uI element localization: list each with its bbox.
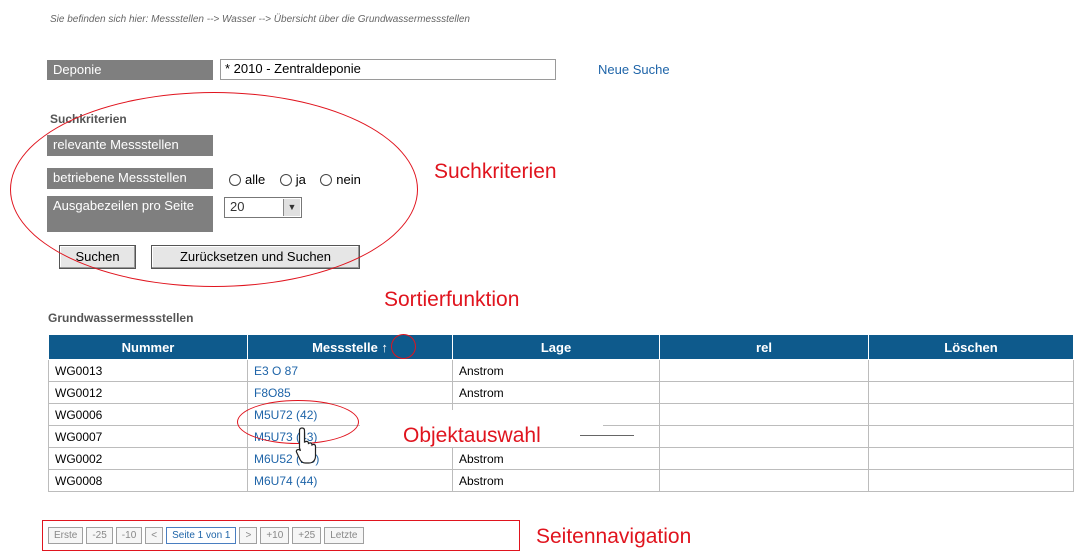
annotation-paging: Seitennavigation (536, 525, 692, 548)
cell-nummer: WG0008 (48, 469, 248, 492)
table-row: WG0013 E3 O 87 Anstrom (48, 359, 1074, 382)
cell-lage: Anstrom (452, 359, 660, 382)
cell-loeschen (868, 359, 1074, 382)
cell-nummer: WG0012 (48, 381, 248, 404)
cell-rel (659, 403, 869, 426)
column-header-lage[interactable]: Lage (452, 334, 660, 360)
cell-rel (659, 359, 869, 382)
cell-loeschen (868, 469, 1074, 492)
cell-nummer: WG0013 (48, 359, 248, 382)
column-header-loeschen: Löschen (868, 334, 1074, 360)
new-search-link[interactable]: Neue Suche (598, 62, 670, 77)
column-header-rel[interactable]: rel (659, 334, 869, 360)
cell-messstelle: M6U52 (D5) (247, 447, 453, 470)
cell-loeschen (868, 381, 1074, 404)
cell-loeschen (868, 403, 1074, 426)
column-header-messstelle[interactable]: Messstelle ↑ (247, 334, 453, 360)
cell-rel (659, 425, 869, 448)
messstelle-link[interactable]: F8O85 (254, 386, 291, 400)
pager-highlight-box (42, 520, 520, 551)
annotation-connector-line (580, 435, 634, 436)
annotation-object: Objektauswahl (403, 424, 541, 447)
cell-lage: Abstrom (452, 469, 660, 492)
cell-loeschen (868, 447, 1074, 470)
cell-nummer: WG0006 (48, 403, 248, 426)
cell-messstelle: E3 O 87 (247, 359, 453, 382)
hand-cursor-icon (295, 427, 317, 464)
criteria-highlight-ellipse (10, 92, 418, 287)
table-row: WG0012 F8O85 Anstrom (48, 381, 1074, 404)
table-row: WG0008 M6U74 (44) Abstrom (48, 469, 1074, 492)
column-header-nummer[interactable]: Nummer (48, 334, 248, 360)
table-title: Grundwassermessstellen (48, 311, 194, 325)
deponie-label: Deponie (47, 60, 213, 80)
messstelle-link[interactable]: M6U74 (44) (254, 474, 317, 488)
cell-lage: Anstrom (452, 381, 660, 404)
sort-highlight-circle (391, 334, 416, 359)
annotation-sort: Sortierfunktion (384, 288, 520, 311)
annotation-criteria: Suchkriterien (434, 160, 557, 183)
cell-nummer: WG0002 (48, 447, 248, 470)
cell-messstelle: M6U74 (44) (247, 469, 453, 492)
deponie-field[interactable]: * 2010 - Zentraldeponie (220, 59, 556, 80)
table-row: WG0002 M6U52 (D5) Abstrom (48, 447, 1074, 470)
cell-rel (659, 447, 869, 470)
cell-loeschen (868, 425, 1074, 448)
breadcrumb: Sie befinden sich hier: Messstellen --> … (50, 14, 470, 25)
cell-rel (659, 469, 869, 492)
cell-nummer: WG0007 (48, 425, 248, 448)
cell-lage: Abstrom (452, 447, 660, 470)
cell-rel (659, 381, 869, 404)
messstelle-link[interactable]: E3 O 87 (254, 364, 298, 378)
